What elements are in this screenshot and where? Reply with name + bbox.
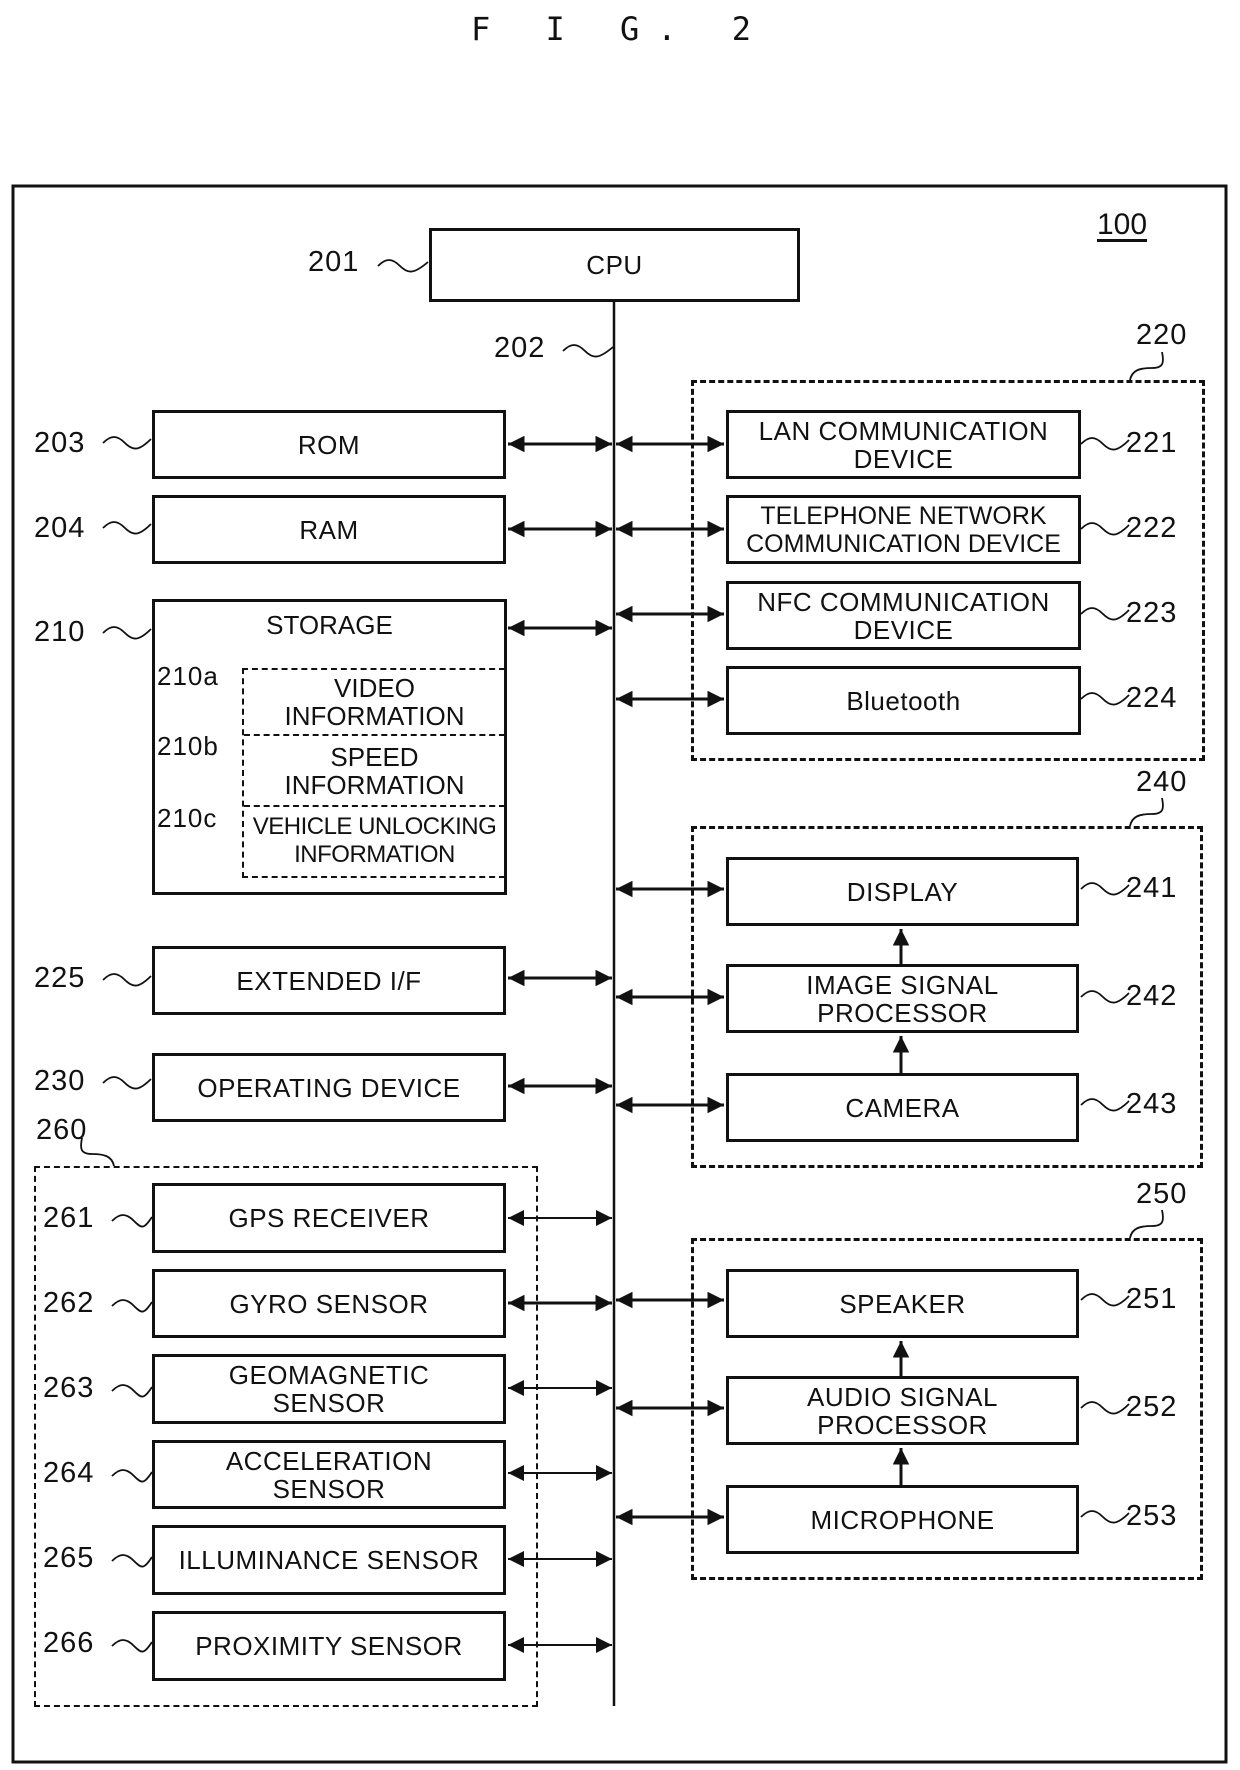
proximity-sensor-block: PROXIMITY SENSOR bbox=[152, 1611, 506, 1681]
ram-ref-label: 204 bbox=[34, 512, 86, 544]
microphone-label: MICROPHONE bbox=[810, 1504, 995, 1535]
gyro-sensor-label: GYRO SENSOR bbox=[229, 1288, 429, 1319]
extended-if-ref-label: 225 bbox=[34, 962, 86, 994]
gps-receiver-ref-label: 261 bbox=[43, 1202, 95, 1234]
figure-page: F I G. 2 100 201 CPU 202 203 ROM 204 RAM… bbox=[0, 0, 1240, 1770]
acceleration-sensor-label: ACCELERATION SENSOR bbox=[225, 1445, 433, 1504]
storage-item-video-ref: 210a bbox=[157, 661, 219, 691]
geomagnetic-sensor-block: GEOMAGNETIC SENSOR bbox=[152, 1354, 506, 1424]
display-block: DISPLAY bbox=[726, 857, 1079, 926]
camera-label: CAMERA bbox=[845, 1092, 960, 1123]
leader-250 bbox=[1129, 1209, 1164, 1239]
leader-203 bbox=[102, 436, 152, 450]
speaker-ref-label: 251 bbox=[1126, 1283, 1178, 1315]
cpu-ref-label: 201 bbox=[308, 246, 360, 278]
display-label: DISPLAY bbox=[846, 876, 959, 907]
sensor-group-ref-label: 260 bbox=[36, 1114, 88, 1146]
storage-item-speed: SPEED INFORMATION bbox=[244, 736, 505, 807]
leader-204 bbox=[102, 521, 152, 535]
communication-group-ref-label: 220 bbox=[1136, 319, 1188, 351]
lan-communication-device-label: LAN COMMUNICATION DEVICE bbox=[758, 415, 1049, 474]
leader-210 bbox=[102, 626, 152, 640]
gyro-sensor-ref-label: 262 bbox=[43, 1287, 95, 1319]
image-signal-processor-block: IMAGE SIGNAL PROCESSOR bbox=[726, 964, 1079, 1033]
storage-item-video: VIDEO INFORMATION bbox=[244, 670, 505, 736]
operating-device-label: OPERATING DEVICE bbox=[197, 1072, 461, 1103]
rom-ref-label: 203 bbox=[34, 427, 86, 459]
storage-item-video-label: VIDEO INFORMATION bbox=[284, 673, 465, 731]
storage-item-speed-label: SPEED INFORMATION bbox=[284, 741, 465, 800]
image-signal-processor-ref-label: 242 bbox=[1126, 980, 1178, 1012]
gps-receiver-block: GPS RECEIVER bbox=[152, 1183, 506, 1253]
illuminance-sensor-label: ILLUMINANCE SENSOR bbox=[178, 1545, 480, 1575]
lan-communication-device-block: LAN COMMUNICATION DEVICE bbox=[726, 410, 1081, 479]
nfc-communication-device-block: NFC COMMUNICATION DEVICE bbox=[726, 581, 1081, 650]
ram-label: RAM bbox=[299, 514, 359, 545]
telephone-network-communication-device-ref-label: 222 bbox=[1126, 512, 1178, 544]
illuminance-sensor-block: ILLUMINANCE SENSOR bbox=[152, 1525, 506, 1595]
acceleration-sensor-block: ACCELERATION SENSOR bbox=[152, 1440, 506, 1509]
storage-label: STORAGE bbox=[266, 610, 393, 640]
bus-ref-label: 202 bbox=[494, 332, 546, 364]
cpu-label: CPU bbox=[586, 250, 643, 280]
nfc-communication-device-ref-label: 223 bbox=[1126, 597, 1178, 629]
system-ref-label: 100 bbox=[1097, 208, 1148, 241]
acceleration-sensor-ref-label: 264 bbox=[43, 1457, 95, 1489]
leader-225 bbox=[102, 973, 152, 987]
rom-block: ROM bbox=[152, 410, 506, 479]
image-signal-processor-label: IMAGE SIGNAL PROCESSOR bbox=[806, 969, 999, 1028]
operating-device-ref-label: 230 bbox=[34, 1065, 86, 1097]
extended-if-block: EXTENDED I/F bbox=[152, 946, 506, 1015]
lan-communication-device-ref-label: 221 bbox=[1126, 427, 1178, 459]
audio-signal-processor-label: AUDIO SIGNAL PROCESSOR bbox=[807, 1381, 998, 1440]
bluetooth-block: Bluetooth bbox=[726, 666, 1081, 735]
storage-item-vehicle-unlocking: VEHICLE UNLOCKING INFORMATION bbox=[244, 807, 505, 875]
cpu-block: CPU bbox=[429, 228, 800, 302]
leader-220 bbox=[1129, 351, 1164, 381]
ram-block: RAM bbox=[152, 495, 506, 564]
nfc-communication-device-label: NFC COMMUNICATION DEVICE bbox=[757, 586, 1050, 645]
extended-if-label: EXTENDED I/F bbox=[236, 965, 422, 996]
storage-item-speed-ref: 210b bbox=[157, 731, 219, 761]
speaker-label: SPEAKER bbox=[839, 1288, 966, 1319]
leader-202 bbox=[562, 344, 614, 358]
leader-240 bbox=[1129, 797, 1164, 827]
telephone-network-communication-device-block: TELEPHONE NETWORK COMMUNICATION DEVICE bbox=[726, 495, 1081, 564]
audio-signal-processor-block: AUDIO SIGNAL PROCESSOR bbox=[726, 1376, 1079, 1445]
audio-signal-processor-ref-label: 252 bbox=[1126, 1391, 1178, 1423]
leader-230 bbox=[102, 1076, 152, 1090]
illuminance-sensor-ref-label: 265 bbox=[43, 1542, 95, 1574]
operating-device-block: OPERATING DEVICE bbox=[152, 1053, 506, 1122]
storage-item-vehicle-unlocking-ref: 210c bbox=[157, 803, 218, 833]
camera-block: CAMERA bbox=[726, 1073, 1079, 1142]
bluetooth-ref-label: 224 bbox=[1126, 682, 1178, 714]
microphone-block: MICROPHONE bbox=[726, 1485, 1079, 1554]
telephone-network-communication-device-label: TELEPHONE NETWORK COMMUNICATION DEVICE bbox=[746, 501, 1061, 558]
bluetooth-label: Bluetooth bbox=[846, 685, 961, 716]
storage-item-vehicle-unlocking-label: VEHICLE UNLOCKING INFORMATION bbox=[252, 813, 497, 868]
camera-ref-label: 243 bbox=[1126, 1088, 1178, 1120]
video-group-ref-label: 240 bbox=[1136, 766, 1188, 798]
geomagnetic-sensor-label: GEOMAGNETIC SENSOR bbox=[228, 1360, 430, 1418]
geomagnetic-sensor-ref-label: 263 bbox=[43, 1372, 95, 1404]
gyro-sensor-block: GYRO SENSOR bbox=[152, 1269, 506, 1338]
speaker-block: SPEAKER bbox=[726, 1269, 1079, 1338]
leader-201 bbox=[377, 259, 429, 273]
audio-group-ref-label: 250 bbox=[1136, 1178, 1188, 1210]
display-ref-label: 241 bbox=[1126, 872, 1178, 904]
proximity-sensor-label: PROXIMITY SENSOR bbox=[195, 1631, 463, 1661]
proximity-sensor-ref-label: 266 bbox=[43, 1627, 95, 1659]
gps-receiver-label: GPS RECEIVER bbox=[228, 1203, 430, 1233]
storage-ref-label: 210 bbox=[34, 616, 86, 648]
microphone-ref-label: 253 bbox=[1126, 1500, 1178, 1532]
rom-label: ROM bbox=[297, 429, 361, 460]
